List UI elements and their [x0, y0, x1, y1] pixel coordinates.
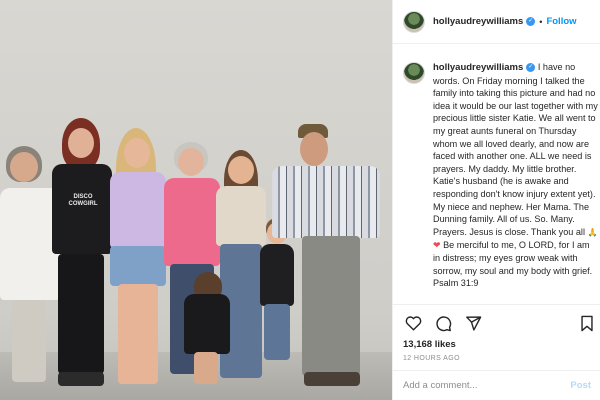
- comment-input[interactable]: [403, 380, 571, 391]
- post-comment-button[interactable]: Post: [570, 380, 591, 391]
- action-icons: [403, 313, 593, 333]
- caption-body: I have no words. On Friday morning I tal…: [433, 62, 598, 237]
- post-timestamp[interactable]: 12 HOURS AGO: [403, 355, 591, 362]
- heart-icon[interactable]: [403, 313, 423, 333]
- person-6: [268, 124, 388, 390]
- verified-badge-icon: ✓: [526, 17, 536, 26]
- caption-verified-badge-icon: ✓: [526, 63, 536, 73]
- shirt-print: DISCO COWGIRL: [68, 194, 98, 207]
- heart-emoji-icon: ❤: [433, 240, 441, 251]
- caption-scripture: Be merciful to me, O LORD, for I am in d…: [433, 240, 593, 289]
- post-actions: 13,168 likes 12 HOURS AGO: [393, 304, 600, 368]
- caption: hollyaudreywilliams ✓ I have no words. On…: [403, 61, 599, 290]
- bookmark-icon[interactable]: [577, 313, 597, 333]
- comment-bar: Post: [393, 370, 600, 400]
- likes-count[interactable]: 13,168 likes: [403, 339, 591, 350]
- header-separator: •: [539, 16, 543, 27]
- profile-avatar[interactable]: [403, 10, 425, 33]
- caption-avatar[interactable]: [403, 62, 425, 84]
- person-child-1: [178, 272, 236, 390]
- post-photo[interactable]: DISCO COWGIRL: [0, 0, 392, 400]
- praying-hands-icon: 🙏: [587, 227, 598, 237]
- paper-plane-icon[interactable]: [463, 313, 483, 333]
- caption-text: hollyaudreywilliams ✓ I have no words. On…: [433, 61, 599, 290]
- follow-button[interactable]: Follow: [546, 16, 576, 27]
- header-username[interactable]: hollyaudreywilliams: [433, 16, 523, 27]
- post-header: hollyaudreywilliams ✓ • Follow: [393, 0, 600, 44]
- comment-icon[interactable]: [433, 313, 453, 333]
- post-panel: hollyaudreywilliams ✓ • Follow hollyaudr…: [392, 0, 600, 400]
- caption-username[interactable]: hollyaudreywilliams: [433, 62, 523, 73]
